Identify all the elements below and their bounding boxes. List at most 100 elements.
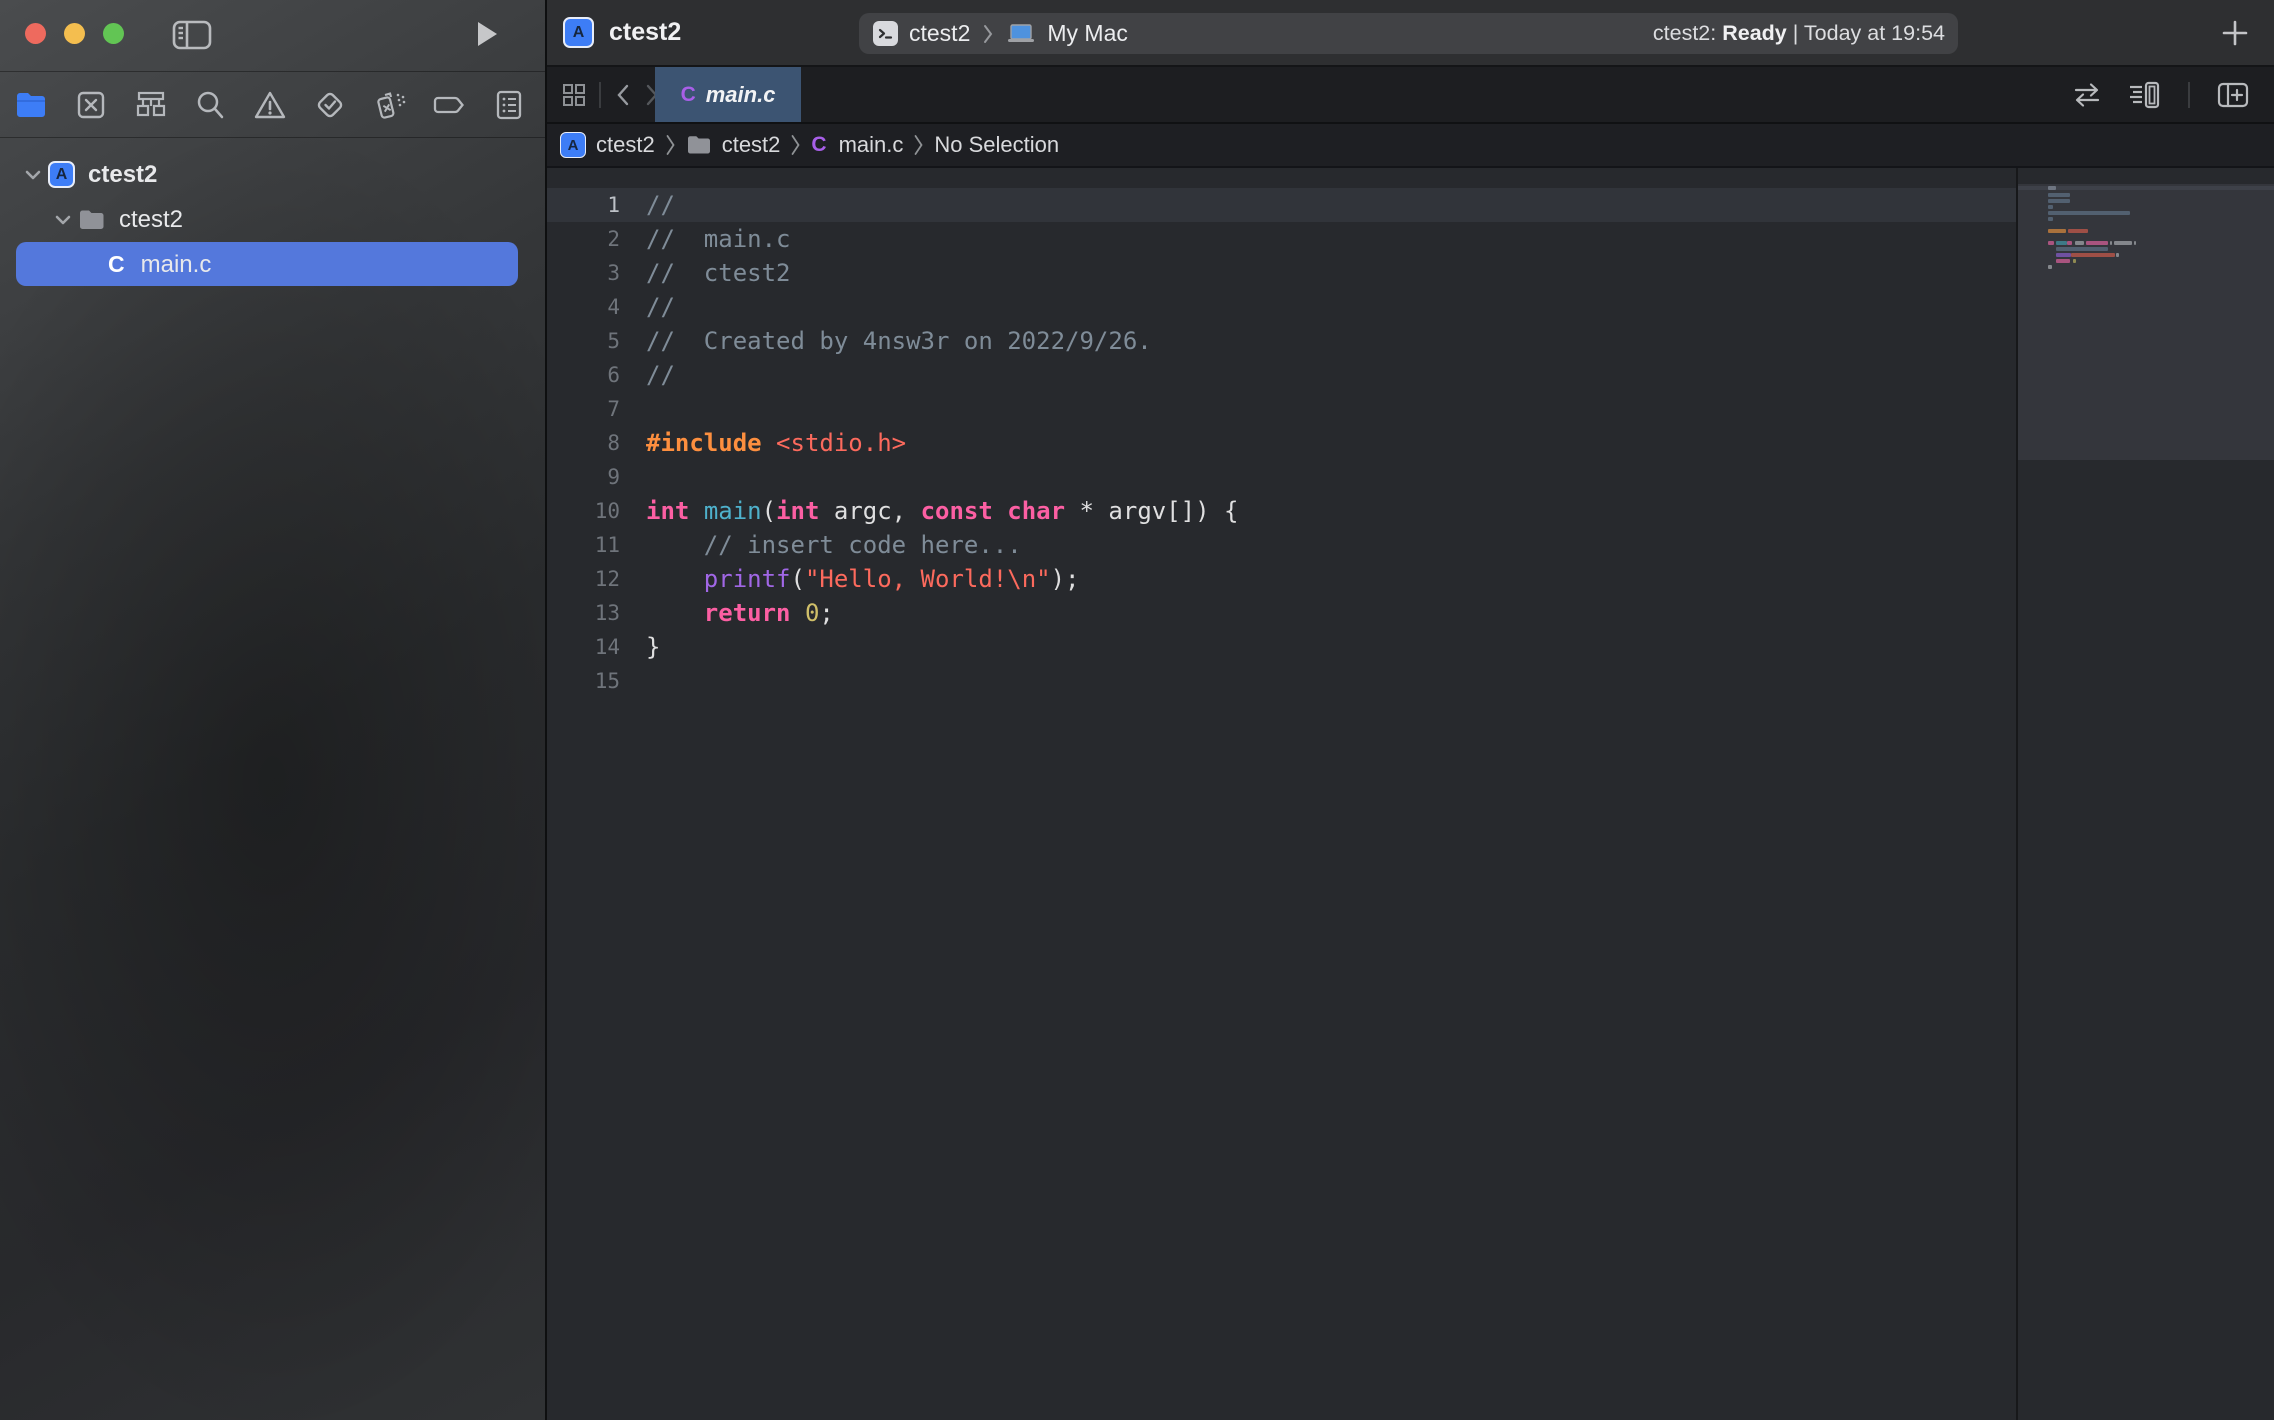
search-icon	[194, 89, 226, 121]
breadcrumb-separator-icon	[664, 131, 677, 159]
minimap-mark	[2134, 241, 2136, 245]
minimap-mark	[2056, 241, 2067, 245]
code-line[interactable]: 3 // ctest2	[547, 256, 2016, 290]
code-line[interactable]: 15	[547, 664, 2016, 698]
line-number: 4	[547, 295, 620, 319]
scheme-chevron-icon	[981, 21, 995, 47]
reports-navigator-tab[interactable]	[491, 87, 527, 123]
warning-icon	[253, 89, 287, 121]
toggle-sidebar-button[interactable]	[170, 17, 214, 53]
scheme-selector[interactable]: ctest2 My Mac	[859, 20, 1653, 47]
code-line[interactable]: 7	[547, 392, 2016, 426]
jumpbar-item-selection[interactable]: No Selection	[934, 132, 1059, 158]
code-text: // main.c	[646, 225, 791, 253]
editor-options-icon	[2126, 80, 2162, 110]
code-line[interactable]: 9	[547, 460, 2016, 494]
code-line[interactable]: 11 // insert code here...	[547, 528, 2016, 562]
tree-item-project[interactable]: A ctest2	[0, 152, 545, 197]
code-area[interactable]: 1//2// main.c3// ctest24//5// Created by…	[547, 168, 2016, 1420]
code-line[interactable]: 12 printf("Hello, World!\n");	[547, 562, 2016, 596]
disclosure-chevron-icon[interactable]	[22, 164, 44, 186]
minimap-content	[2018, 184, 2274, 460]
code-line[interactable]: 4//	[547, 290, 2016, 324]
minimap-mark	[2048, 265, 2052, 269]
c-file-icon: C	[811, 133, 826, 157]
navigator-sidebar: A ctest2 ctest2 C main.c	[0, 0, 545, 1420]
window-title: ctest2	[609, 18, 681, 47]
tab-main-c[interactable]: C main.c	[655, 67, 801, 122]
code-review-button[interactable]	[2070, 81, 2104, 109]
minimap-mark	[2073, 259, 2076, 263]
executable-icon	[873, 21, 898, 46]
minimap-mark	[2048, 186, 2056, 190]
code-text: //	[646, 191, 675, 219]
line-number: 15	[547, 669, 620, 693]
jumpbar-item-file[interactable]: main.c	[839, 132, 904, 158]
code-line[interactable]: 6//	[547, 358, 2016, 392]
minimap-mark	[2071, 253, 2115, 257]
window-toolbar: A ctest2 ctest2	[547, 0, 2274, 67]
debug-navigator-tab[interactable]	[372, 87, 408, 123]
line-number: 13	[547, 601, 620, 625]
tree-item-group[interactable]: ctest2	[0, 197, 545, 242]
sidebar-titlebar	[0, 0, 545, 72]
xcode-window: A ctest2 ctest2 C main.c	[0, 0, 2274, 1420]
toolbar-divider	[2188, 82, 2190, 108]
folder-icon	[78, 208, 106, 232]
sidebar-toggle-icon	[170, 17, 214, 53]
breakpoints-navigator-tab[interactable]	[431, 87, 467, 123]
minimap[interactable]	[2016, 168, 2274, 1420]
breadcrumb-separator-icon	[789, 131, 802, 159]
library-add-button[interactable]	[2220, 18, 2250, 48]
code-text: // ctest2	[646, 259, 791, 287]
minimap-mark	[2056, 253, 2071, 257]
source-control-tab[interactable]	[73, 87, 109, 123]
code-text: return 0;	[646, 599, 834, 627]
tests-navigator-tab[interactable]	[312, 87, 348, 123]
minimap-mark	[2068, 229, 2088, 233]
tree-item-label: ctest2	[119, 206, 183, 234]
scheme-destination: My Mac	[1047, 20, 1128, 47]
minimap-mark	[2075, 241, 2084, 245]
line-number: 14	[547, 635, 620, 659]
code-line[interactable]: 10int main(int argc, const char * argv[]…	[547, 494, 2016, 528]
tree-item-label: ctest2	[88, 161, 157, 189]
split-editor-icon	[2216, 81, 2250, 109]
jumpbar-item-group[interactable]: ctest2	[722, 132, 781, 158]
issues-navigator-tab[interactable]	[252, 87, 288, 123]
line-number: 3	[547, 261, 620, 285]
symbols-tab[interactable]	[133, 87, 169, 123]
report-list-icon	[494, 89, 524, 121]
traffic-lights	[25, 23, 124, 44]
add-editor-button[interactable]	[2216, 81, 2250, 109]
zoom-button[interactable]	[103, 23, 124, 44]
line-number: 5	[547, 329, 620, 353]
minimize-button[interactable]	[64, 23, 85, 44]
project-app-icon: A	[563, 17, 594, 48]
editor-tab-bar: C main.c	[547, 67, 2274, 124]
code-line[interactable]: 5// Created by 4nsw3r on 2022/9/26.	[547, 324, 2016, 358]
jumpbar-item-project[interactable]: ctest2	[596, 132, 655, 158]
play-icon	[470, 18, 502, 50]
tree-item-file-selected[interactable]: C main.c	[0, 242, 545, 287]
related-items-button[interactable]	[560, 81, 588, 109]
find-navigator-tab[interactable]	[192, 87, 228, 123]
close-button[interactable]	[25, 23, 46, 44]
code-line[interactable]: 14}	[547, 630, 2016, 664]
go-back-button[interactable]	[612, 82, 634, 108]
line-number: 12	[547, 567, 620, 591]
code-line[interactable]: 2// main.c	[547, 222, 2016, 256]
source-editor[interactable]: 1//2// main.c3// ctest24//5// Created by…	[547, 168, 2274, 1420]
debug-spray-icon	[372, 88, 408, 122]
minimap-mark	[2048, 199, 2070, 203]
code-line[interactable]: 13 return 0;	[547, 596, 2016, 630]
disclosure-chevron-icon[interactable]	[52, 209, 74, 231]
project-navigator-tab[interactable]	[13, 87, 49, 123]
adjust-editor-options-button[interactable]	[2126, 80, 2162, 110]
code-line[interactable]: 8#include <stdio.h>	[547, 426, 2016, 460]
code-line[interactable]: 1//	[547, 188, 2016, 222]
status-state: Ready	[1722, 21, 1787, 45]
c-file-icon: C	[681, 83, 696, 107]
run-button[interactable]	[470, 18, 502, 50]
line-number: 10	[547, 499, 620, 523]
